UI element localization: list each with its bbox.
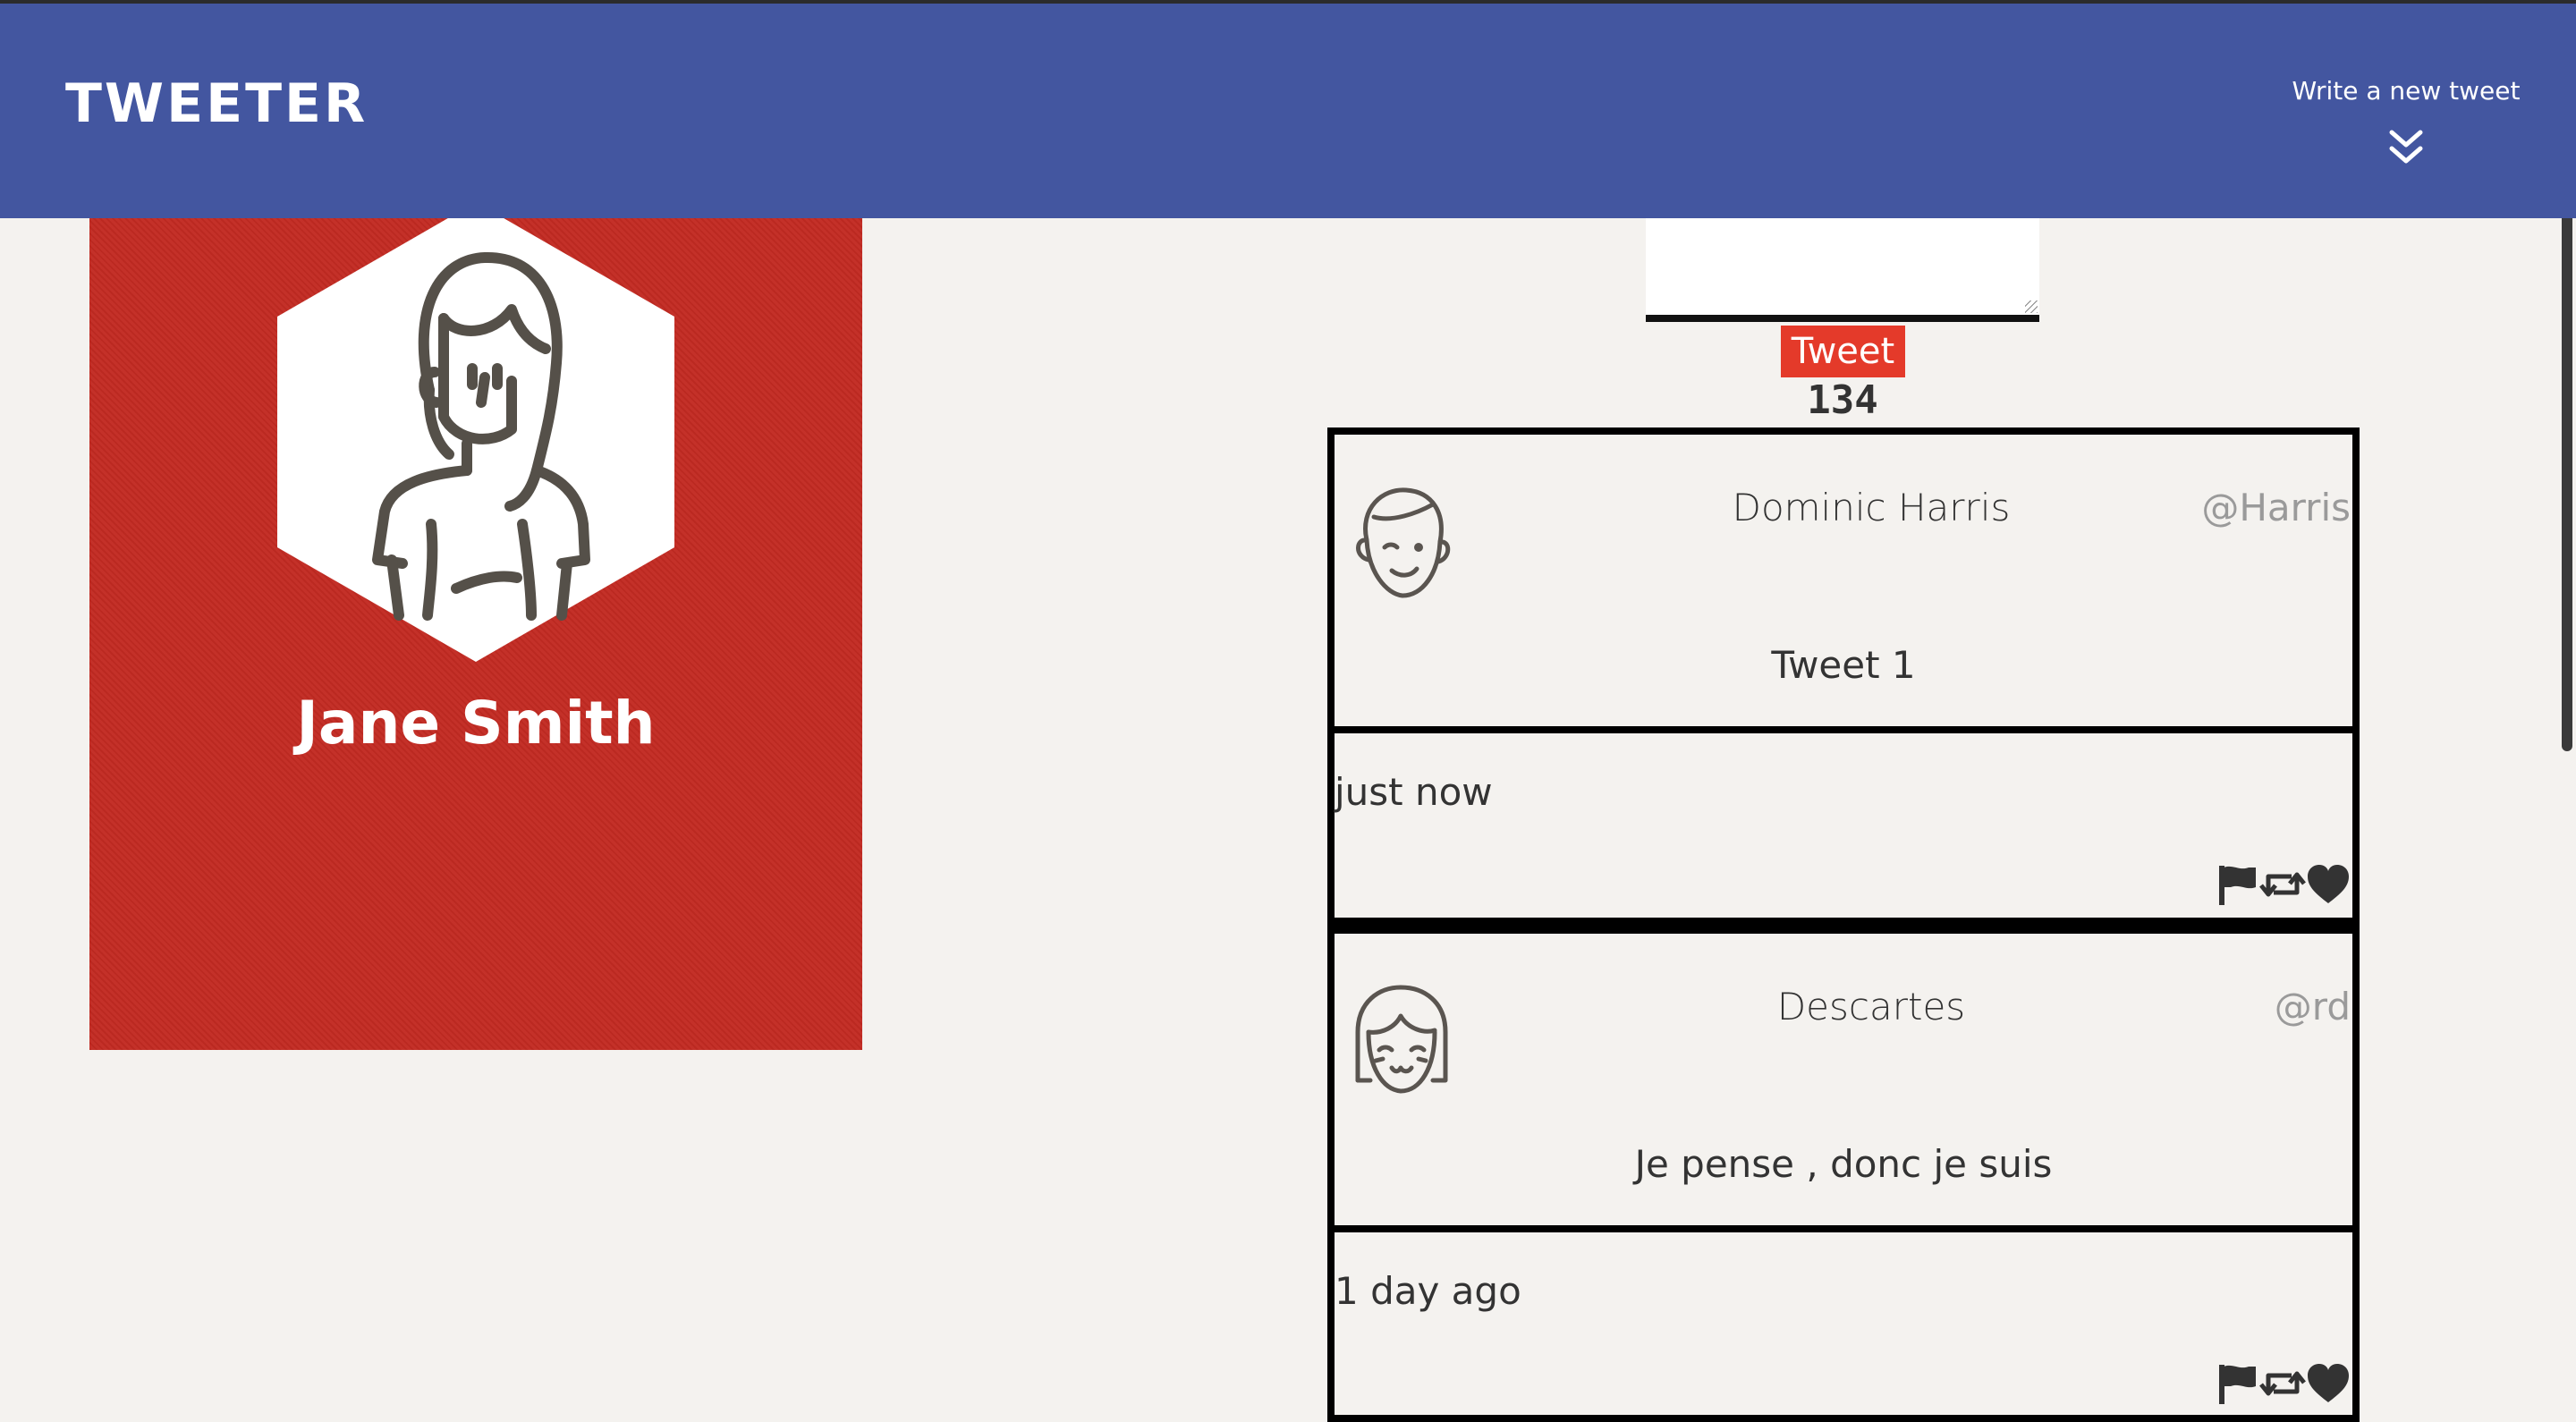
woman-avatar-icon [277,202,674,662]
tweet-card: Dominic Harris @Harris Tweet 1 just now [1327,427,2360,925]
tweet-timestamp: just now [1335,770,1493,814]
page-scrollbar-thumb[interactable] [2562,175,2572,751]
tweet-author-name[interactable]: Dominic Harris [1567,481,2175,535]
tweet-submit-button[interactable]: Tweet [1781,326,1905,377]
tweet-actions [2216,1359,2351,1406]
double-chevron-down-icon[interactable] [2386,129,2426,168]
heart-icon[interactable] [2306,1361,2351,1406]
tweet-author-handle[interactable]: @rd [2275,980,2351,1034]
profile-name: Jane Smith [296,689,656,758]
tweet-actions [2216,860,2351,907]
profile-card: Jane Smith [89,202,862,1050]
tweet-author-name[interactable]: Descartes [1567,980,2175,1034]
tweet-text: Je pense , donc je suis [1634,1142,2053,1186]
top-nav-bar: TWEETER Write a new tweet [0,4,2576,218]
tweet-divider [1327,918,2360,925]
tweet-card: Descartes @rd Je pense , donc je suis 1 … [1327,925,2360,1422]
compose-toggle-button[interactable]: Write a new tweet [2272,73,2540,168]
tweet-footer: just now [1335,733,2352,910]
tweet-header: Descartes @rd Je pense , donc je suis [1335,934,2352,1232]
brand-logo[interactable]: TWEETER [65,68,368,140]
char-counter: 134 [1807,377,1878,423]
tweet-footer: 1 day ago [1335,1232,2352,1409]
tweet-author-handle[interactable]: @Harris [2201,481,2351,535]
tweet-header: Dominic Harris @Harris Tweet 1 [1335,435,2352,733]
tweet-feed: Dominic Harris @Harris Tweet 1 just now [1327,427,2360,1422]
retweet-icon[interactable] [2259,1361,2306,1406]
girl-avatar-icon [1355,985,1448,1094]
tweet-text: Tweet 1 [1771,643,1916,687]
heart-icon[interactable] [2306,862,2351,907]
textarea-resize-handle[interactable] [2025,300,2038,313]
man-avatar-icon [1356,487,1451,598]
tweet-compose-textarea[interactable] [1646,218,2039,322]
retweet-icon[interactable] [2259,862,2306,907]
tweet-timestamp: 1 day ago [1335,1269,1521,1313]
compose-toggle-label[interactable]: Write a new tweet [2272,73,2540,109]
flag-icon[interactable] [2216,1361,2259,1406]
flag-icon[interactable] [2216,862,2259,907]
